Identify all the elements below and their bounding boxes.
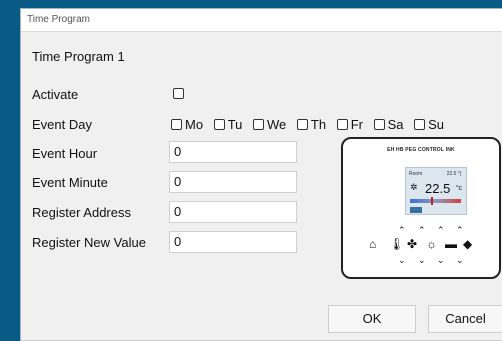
ok-button[interactable]: OK	[328, 305, 416, 333]
day-checkbox-we[interactable]: We	[253, 117, 286, 132]
event-hour-input[interactable]: 0	[169, 141, 297, 163]
day-checkbox-th[interactable]: Th	[296, 117, 327, 132]
temperature-marker	[431, 197, 433, 205]
window-title: Time Program	[27, 14, 90, 25]
signal-icon: ◆	[463, 237, 473, 251]
checkbox-box[interactable]	[414, 119, 426, 131]
page-title: Time Program 1	[32, 49, 125, 64]
register-new-value-label: Register New Value	[32, 235, 146, 250]
checkbox-box[interactable]	[253, 119, 265, 131]
day-label: Su	[428, 117, 445, 132]
chevron-up-icon: ⌃	[456, 225, 464, 235]
day-label: Sa	[387, 117, 404, 132]
sun-icon: ☼	[426, 237, 437, 251]
register-new-value-input[interactable]: 0	[169, 231, 297, 253]
chevron-up-icon: ⌃	[418, 225, 426, 235]
day-checkbox-mo[interactable]: Mo	[171, 117, 203, 132]
chevron-down-icon: ⌄	[456, 255, 464, 265]
day-checkbox-tu[interactable]: Tu	[213, 117, 243, 132]
fan-icon: ✤	[407, 237, 418, 251]
register-address-label: Register Address	[32, 205, 131, 220]
time-program-dialog: Time Program Time Program 1 Activate Eve…	[20, 8, 502, 341]
event-minute-input[interactable]: 0	[169, 171, 297, 193]
cancel-button[interactable]: Cancel	[428, 305, 502, 333]
activate-label: Activate	[32, 87, 79, 102]
event-minute-label: Event Minute	[32, 175, 108, 190]
home-icon: ⌂	[369, 237, 377, 251]
chevron-up-icon: ⌃	[398, 225, 406, 235]
day-checkbox-sa[interactable]: Sa	[373, 117, 404, 132]
screen-block	[410, 207, 422, 213]
checkbox-box[interactable]	[373, 119, 385, 131]
event-hour-label: Event Hour	[32, 146, 98, 161]
display-icon: ▬	[445, 237, 457, 251]
day-checkbox-fr[interactable]: Fr	[336, 117, 363, 132]
event-day-label: Event Day	[32, 117, 92, 132]
temperature-bar	[410, 199, 461, 203]
day-label: Tu	[227, 117, 243, 132]
device-brand: EH HB PEG CONTROL INK	[387, 147, 455, 153]
screen-unit: °c	[455, 185, 462, 192]
event-day-options: Mo Tu We Th Fr Sa Su	[171, 117, 451, 132]
day-label: Th	[310, 117, 327, 132]
chevron-down-icon: ⌄	[398, 255, 406, 265]
checkbox-box[interactable]	[213, 119, 225, 131]
chevron-up-icon: ⌃	[437, 225, 445, 235]
device-screen: Room 22.5 °| ✲ 22.5 °c	[405, 167, 467, 215]
thermostat-device-image: EH HB PEG CONTROL INK Room 22.5 °| ✲ 22.…	[341, 137, 501, 279]
day-label: Fr	[350, 117, 363, 132]
screen-temperature: 22.5	[425, 181, 451, 196]
title-bar: Time Program	[21, 9, 502, 32]
chevron-down-icon: ⌄	[437, 255, 445, 265]
chevron-down-icon: ⌄	[418, 255, 426, 265]
screen-room-label: Room	[409, 171, 423, 177]
checkbox-box[interactable]	[296, 119, 308, 131]
day-label: We	[267, 117, 287, 132]
checkbox-box[interactable]	[336, 119, 348, 131]
thermometer-icon: 🌡	[389, 237, 405, 251]
day-label: Mo	[185, 117, 204, 132]
checkbox-box[interactable]	[171, 119, 182, 131]
register-address-input[interactable]: 0	[169, 201, 297, 223]
activate-checkbox[interactable]	[173, 88, 184, 99]
day-checkbox-su[interactable]: Su	[414, 117, 444, 132]
screen-setpoint: 22.5 °|	[446, 171, 461, 177]
fan-icon: ✲	[410, 182, 418, 192]
